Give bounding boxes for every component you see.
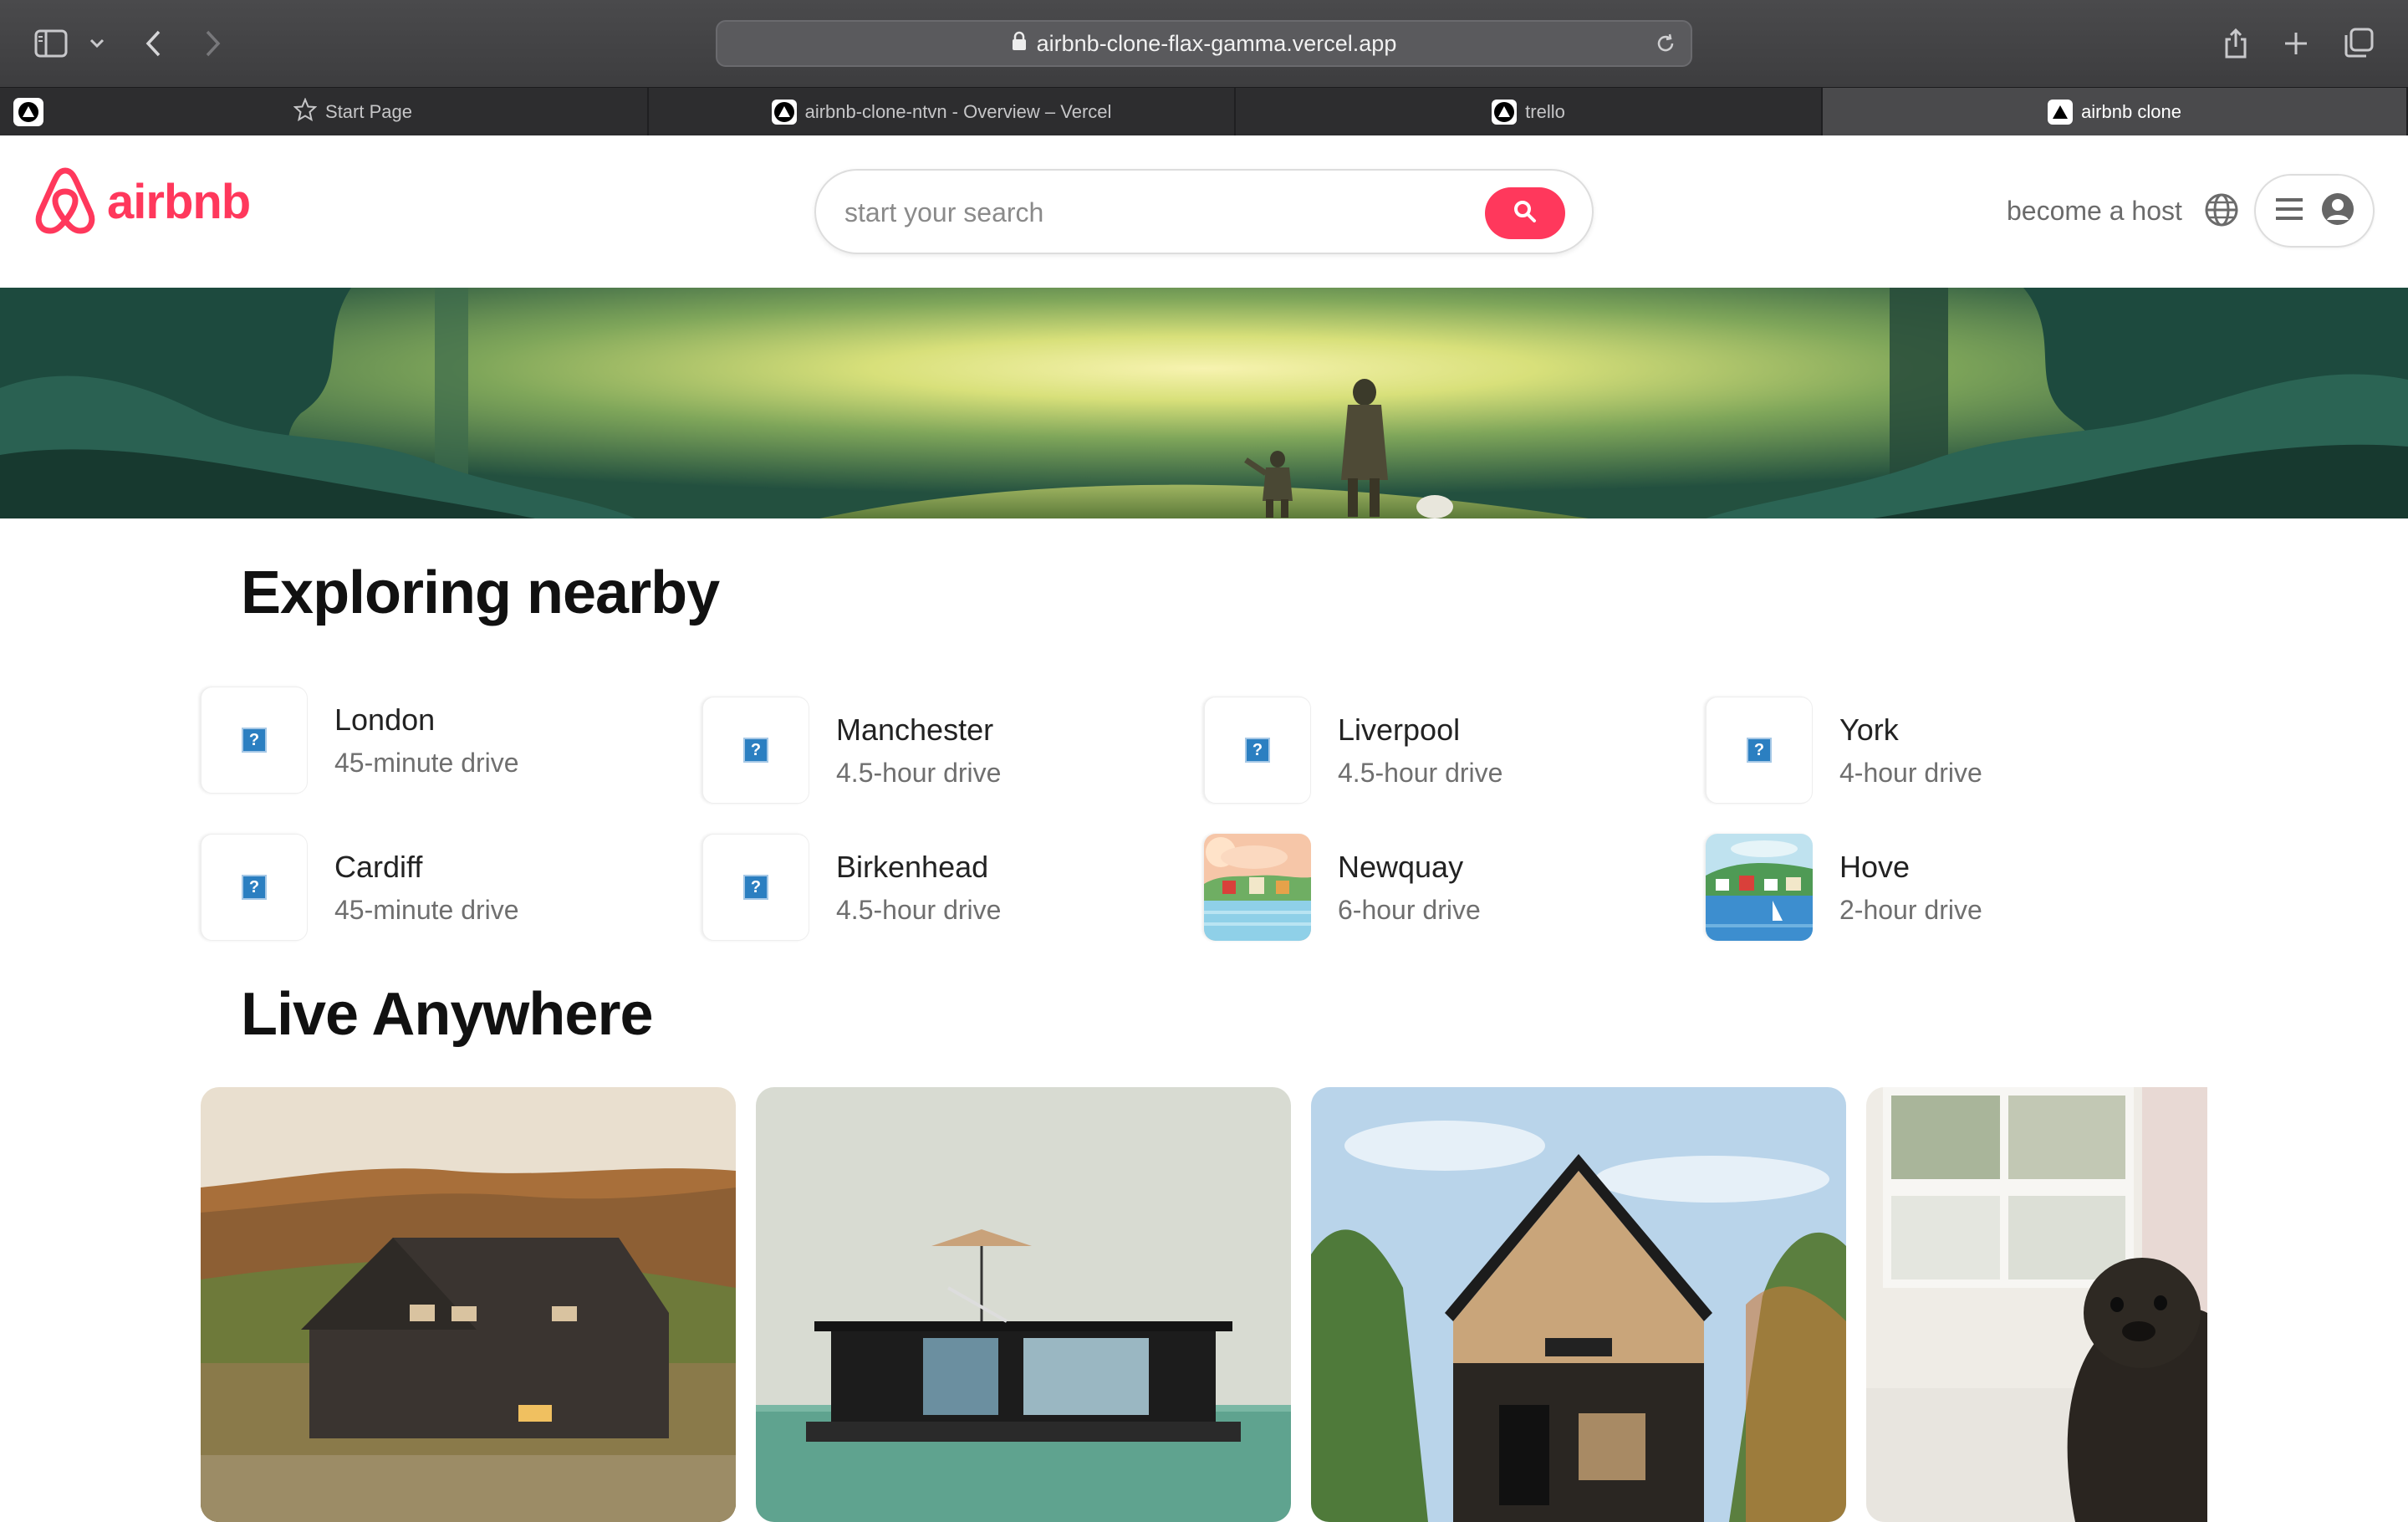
search-button[interactable]: [1485, 187, 1565, 239]
nearby-item-cardiff[interactable]: ? Cardiff 45-minute drive: [201, 833, 686, 942]
drive-time: 45-minute drive: [334, 747, 519, 778]
pug-dog-image: [1866, 1087, 2207, 1522]
city-name: London: [334, 702, 436, 737]
become-host-link[interactable]: become a host: [2007, 196, 2182, 227]
city-thumbnail: [1706, 834, 1813, 941]
city-name: Newquay: [1338, 849, 1464, 884]
sidebar-toggle-icon[interactable]: [33, 28, 69, 59]
city-name: Cardiff: [334, 849, 423, 884]
site-header: airbnb become a host: [0, 135, 2408, 288]
drive-time: 6-hour drive: [1338, 894, 1481, 925]
tab-overview-icon[interactable]: [2341, 25, 2376, 60]
city-thumbnail: ?: [702, 834, 809, 941]
tab-start-page[interactable]: Start Page: [59, 88, 649, 136]
globe-icon[interactable]: [2204, 192, 2239, 232]
city-name: York: [1839, 712, 1899, 747]
pinned-tab-vercel-icon[interactable]: [13, 98, 43, 126]
tab-airbnb-clone[interactable]: airbnb clone: [1823, 88, 2408, 136]
user-menu-button[interactable]: [2254, 174, 2375, 248]
new-tab-icon[interactable]: [2279, 27, 2313, 60]
live-card-outdoor-getaways[interactable]: [201, 1087, 736, 1522]
broken-image-icon: ?: [242, 875, 267, 900]
airbnb-logo-icon: [33, 166, 97, 238]
share-icon[interactable]: [2219, 25, 2252, 62]
nearby-item-birkenhead[interactable]: ? Birkenhead 4.5-hour drive: [702, 833, 1187, 942]
search-icon: [1513, 199, 1538, 228]
nearby-item-hove[interactable]: Hove 2-hour drive: [1706, 833, 2191, 942]
nearby-item-newquay[interactable]: Newquay 6-hour drive: [1204, 833, 1689, 942]
broken-image-icon: ?: [1747, 738, 1772, 763]
drive-time: 45-minute drive: [334, 894, 519, 925]
tab-vercel-overview[interactable]: airbnb-clone-ntvn - Overview – Vercel: [649, 88, 1236, 136]
reload-icon[interactable]: [1654, 32, 1677, 61]
broken-image-icon: ?: [743, 738, 768, 763]
drive-time: 4.5-hour drive: [836, 757, 1002, 788]
tab-trello[interactable]: trello: [1236, 88, 1823, 136]
search-input[interactable]: [844, 189, 1446, 236]
drive-time: 4.5-hour drive: [1338, 757, 1503, 788]
city-thumbnail: [1204, 834, 1311, 941]
broken-image-icon: ?: [743, 875, 768, 900]
live-anywhere-title: Live Anywhere: [241, 981, 654, 1048]
city-name: Hove: [1839, 849, 1911, 884]
url-text: airbnb-clone-flax-gamma.vercel.app: [1036, 30, 1397, 56]
tab-bar: Start Page airbnb-clone-ntvn - Overview …: [0, 87, 2408, 136]
city-name: Manchester: [836, 712, 994, 747]
live-card-entire-homes[interactable]: [1311, 1087, 1846, 1522]
search-bar: [814, 169, 1594, 254]
drive-time: 2-hour drive: [1839, 894, 1982, 925]
house-on-hill-image: [201, 1087, 736, 1522]
star-icon: [293, 97, 318, 126]
forward-icon[interactable]: [199, 27, 226, 60]
logo-text: airbnb: [107, 175, 251, 229]
city-thumbnail: ?: [201, 834, 308, 941]
city-thumbnail: ?: [201, 687, 308, 794]
city-thumbnail: ?: [702, 697, 809, 804]
city-name: Birkenhead: [836, 849, 989, 884]
address-bar[interactable]: airbnb-clone-flax-gamma.vercel.app: [716, 20, 1692, 67]
city-name: Liverpool: [1338, 712, 1461, 747]
back-icon[interactable]: [140, 27, 167, 60]
nearby-item-manchester[interactable]: ? Manchester 4.5-hour drive: [702, 696, 1187, 804]
wooden-cabin-image: [1311, 1087, 1846, 1522]
drive-time: 4-hour drive: [1839, 757, 1982, 788]
vercel-icon: [1492, 100, 1518, 125]
vercel-icon: [2048, 100, 2074, 125]
lock-icon: [1012, 31, 1027, 57]
drive-time: 4.5-hour drive: [836, 894, 1002, 925]
nearby-title: Exploring nearby: [241, 559, 720, 626]
city-thumbnail: ?: [1204, 697, 1311, 804]
live-card-unique-stays[interactable]: [756, 1087, 1291, 1522]
user-avatar-icon: [2321, 192, 2354, 230]
vercel-icon: [771, 100, 797, 125]
nearby-item-liverpool[interactable]: ? Liverpool 4.5-hour drive: [1204, 696, 1689, 804]
chevron-down-icon[interactable]: [87, 33, 107, 54]
nearby-item-london[interactable]: ? London 45-minute drive: [201, 686, 686, 794]
broken-image-icon: ?: [1245, 738, 1270, 763]
floating-house-image: [756, 1087, 1291, 1522]
menu-icon: [2274, 197, 2304, 226]
city-thumbnail: ?: [1706, 697, 1813, 804]
broken-image-icon: ?: [242, 728, 267, 753]
logo[interactable]: airbnb: [33, 166, 251, 238]
live-card-pets-allowed[interactable]: [1866, 1087, 2207, 1522]
browser-toolbar: airbnb-clone-flax-gamma.vercel.app: [0, 0, 2408, 87]
hero-banner: [0, 288, 2408, 518]
nearby-item-york[interactable]: ? York 4-hour drive: [1706, 696, 2191, 804]
